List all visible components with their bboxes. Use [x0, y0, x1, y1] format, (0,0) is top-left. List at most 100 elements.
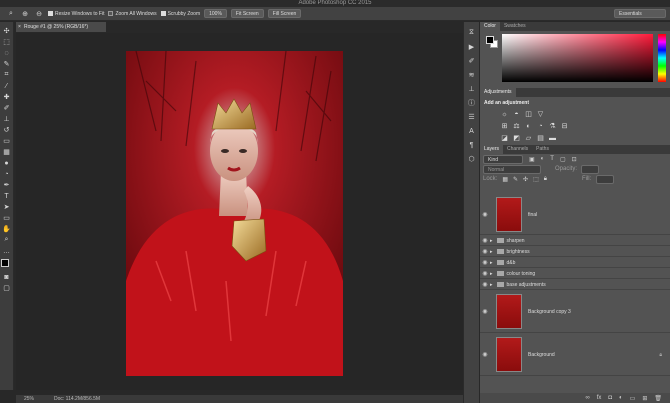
layer-row-colour-toning[interactable]: ◉ ▸ colour toning: [480, 269, 670, 279]
dodge-tool-icon[interactable]: ◔: [2, 169, 12, 179]
zoom-100-button[interactable]: 100%: [204, 9, 227, 18]
brush-presets-icon[interactable]: ≋: [467, 70, 477, 80]
expand-arrow-icon[interactable]: ▸: [490, 282, 493, 288]
gradient-adjust-icon[interactable]: ▽: [536, 111, 545, 118]
layer-row-sharpen[interactable]: ◉ ▸ sharpen: [480, 236, 670, 246]
foreground-background-swatch[interactable]: [0, 259, 13, 271]
quick-mask-icon[interactable]: ◙: [2, 272, 12, 282]
expand-arrow-icon[interactable]: ▸: [490, 271, 493, 277]
screen-mode-icon[interactable]: ▢: [2, 283, 12, 293]
actions-panel-icon[interactable]: ▶: [467, 42, 477, 52]
expand-arrow-icon[interactable]: ▸: [490, 238, 493, 244]
quick-select-tool-icon[interactable]: ✎: [2, 59, 12, 69]
trash-icon[interactable]: 🗑︎: [654, 395, 662, 402]
filter-adjust-icon[interactable]: ◐: [541, 156, 545, 162]
history-panel-icon[interactable]: ⧖: [467, 28, 477, 38]
fit-screen-button[interactable]: Fit Screen: [230, 9, 264, 18]
levels-icon[interactable]: ◓: [512, 111, 521, 118]
visibility-eye-icon[interactable]: ◉: [480, 351, 490, 358]
workspace-switcher[interactable]: Essentials: [614, 9, 666, 18]
tab-color[interactable]: Color: [480, 22, 500, 31]
brightness-contrast-icon[interactable]: ☼: [500, 111, 509, 118]
zoom-level[interactable]: 25%: [24, 395, 34, 403]
visibility-eye-icon[interactable]: ◉: [480, 308, 490, 315]
curves-icon[interactable]: ◫: [524, 111, 533, 118]
opacity-field[interactable]: [581, 164, 600, 174]
threshold-icon[interactable]: ▱: [524, 135, 533, 142]
document-tab[interactable]: × Rouge #1 @ 25% (RGB/16*): [16, 22, 106, 32]
info-panel-icon[interactable]: ⓘ: [467, 98, 477, 108]
lock-pixels-icon[interactable]: ✎: [513, 176, 518, 183]
eyedropper-tool-icon[interactable]: ⁄: [2, 81, 12, 91]
eraser-tool-icon[interactable]: ▭: [2, 136, 12, 146]
move-tool-icon[interactable]: ✣: [2, 26, 12, 36]
filter-smart-icon[interactable]: ⊡: [572, 156, 577, 163]
type-tool-icon[interactable]: T: [2, 191, 12, 201]
more-tools-icon[interactable]: …: [2, 246, 12, 256]
expand-arrow-icon[interactable]: ▸: [490, 249, 493, 255]
new-layer-icon[interactable]: ⊞: [642, 395, 647, 402]
healing-brush-icon[interactable]: ✚: [2, 92, 12, 102]
layer-row-base-adjustments[interactable]: ◉ ▸ base adjustments: [480, 280, 670, 290]
link-layers-icon[interactable]: ∞: [585, 395, 589, 401]
document-image[interactable]: [126, 51, 343, 376]
lock-artboard-icon[interactable]: ⬚: [533, 176, 539, 183]
tab-paths[interactable]: Paths: [532, 145, 553, 154]
visibility-eye-icon[interactable]: ◉: [480, 237, 490, 244]
lock-position-icon[interactable]: ✣: [523, 176, 528, 183]
photo-filter-icon[interactable]: ◔: [536, 123, 545, 130]
tab-channels[interactable]: Channels: [503, 145, 532, 154]
character-panel-icon[interactable]: A: [467, 126, 477, 136]
visibility-eye-icon[interactable]: ◉: [480, 270, 490, 277]
brush-panel-icon[interactable]: ✐: [467, 56, 477, 66]
zoom-out-icon[interactable]: ⊖: [34, 9, 44, 19]
gradient-tool-icon[interactable]: ▦: [2, 147, 12, 157]
lock-all-icon[interactable]: 🔒︎: [544, 176, 547, 183]
fill-screen-button[interactable]: Fill Screen: [267, 9, 302, 18]
history-brush-icon[interactable]: ↺: [2, 125, 12, 135]
new-adjustment-icon[interactable]: ◐: [619, 395, 623, 401]
layer-row-brightness[interactable]: ◉ ▸ brightness: [480, 247, 670, 257]
layer-row-background[interactable]: ◉ Background 🔒︎: [480, 334, 670, 376]
marquee-tool-icon[interactable]: ⬚: [2, 37, 12, 47]
clone-source-icon[interactable]: ⊥: [467, 84, 477, 94]
blur-tool-icon[interactable]: ●: [2, 158, 12, 168]
shape-tool-icon[interactable]: ▭: [2, 213, 12, 223]
blend-mode-select[interactable]: Normal: [483, 164, 541, 174]
close-tab-icon[interactable]: ×: [18, 22, 21, 32]
layer-row-final[interactable]: ◉ final: [480, 195, 670, 235]
3d-panel-icon[interactable]: ⬡: [467, 154, 477, 164]
zoom-in-icon[interactable]: ⊕: [20, 9, 30, 19]
zoom-all-windows-checkbox[interactable]: Zoom All Windows: [108, 11, 157, 17]
clone-stamp-icon[interactable]: ⊥: [2, 114, 12, 124]
visibility-eye-icon[interactable]: ◉: [480, 259, 490, 266]
pen-tool-icon[interactable]: ✒: [2, 180, 12, 190]
color-lookup-icon[interactable]: ⊟: [560, 123, 569, 130]
zoom-tool-icon[interactable]: ⌕: [6, 9, 16, 19]
path-select-tool-icon[interactable]: ➤: [2, 202, 12, 212]
fill-field[interactable]: [596, 174, 615, 184]
color-balance-icon[interactable]: ⚖: [512, 123, 521, 130]
crop-tool-icon[interactable]: ⌗: [2, 70, 12, 80]
hue-slider[interactable]: [658, 34, 666, 82]
brush-tool-icon[interactable]: ✐: [2, 103, 12, 113]
layer-row-background-copy-3[interactable]: ◉ Background copy 3: [480, 291, 670, 333]
scrubby-zoom-checkbox[interactable]: Scrubby Zoom: [160, 11, 200, 17]
visibility-eye-icon[interactable]: ◉: [480, 281, 490, 288]
visibility-eye-icon[interactable]: ◉: [480, 248, 490, 255]
visibility-eye-icon[interactable]: ◉: [480, 211, 490, 218]
layer-filter-select[interactable]: Kind: [483, 154, 523, 164]
black-white-icon[interactable]: ◐: [524, 123, 533, 130]
selective-color-icon[interactable]: ▤: [536, 135, 545, 142]
layer-row-dodge-burn[interactable]: ◉ ▸ d&b: [480, 258, 670, 268]
tab-adjustments[interactable]: Adjustments: [480, 88, 516, 97]
foreground-color-chip[interactable]: [486, 36, 494, 44]
lock-transparent-icon[interactable]: ▦: [502, 176, 508, 183]
filter-pixel-icon[interactable]: ▣: [529, 156, 535, 163]
properties-panel-icon[interactable]: ☰: [467, 112, 477, 122]
hue-saturation-icon[interactable]: ⊞: [500, 123, 509, 130]
color-spectrum[interactable]: [502, 34, 653, 82]
add-mask-icon[interactable]: ◘: [608, 395, 612, 401]
zoom-tool-icon[interactable]: ⌕: [2, 235, 12, 245]
new-group-icon[interactable]: ▭: [630, 395, 636, 402]
